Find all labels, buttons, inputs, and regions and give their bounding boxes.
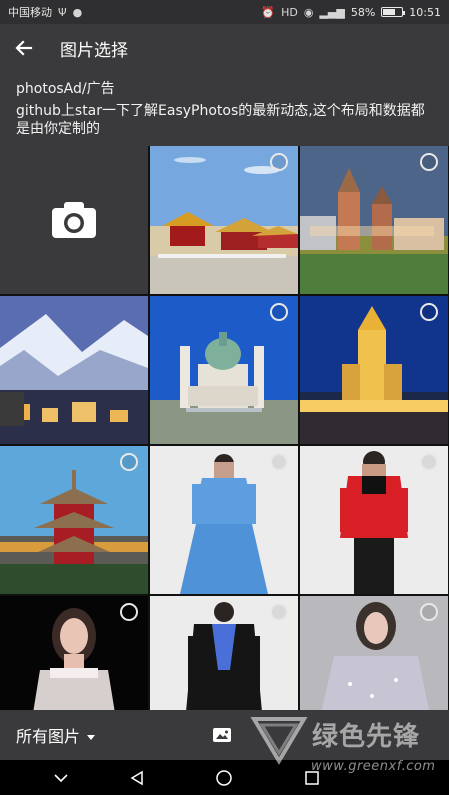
ad-description: github上star一下了解EasyPhotos的最新动态,这个布局和数据都是… (16, 103, 425, 137)
status-right: ⏰ HD ◉ ▂▄▆ 58% 10:51 (261, 6, 441, 19)
photo-tile[interactable] (150, 596, 298, 710)
photo-tile[interactable] (150, 446, 298, 594)
image-icon[interactable] (212, 727, 232, 743)
camera-tile[interactable] (0, 146, 148, 294)
photo-tile[interactable] (0, 446, 148, 594)
select-checkbox[interactable] (420, 603, 438, 621)
ad-title: photosAd/广告 (16, 81, 115, 97)
select-checkbox[interactable] (270, 453, 288, 471)
chevron-down-icon[interactable] (51, 768, 71, 788)
camera-icon (52, 202, 96, 238)
select-checkbox[interactable] (120, 603, 138, 621)
select-checkbox[interactable] (270, 303, 288, 321)
ad-banner[interactable]: photosAd/广告 github上star一下了解EasyPhotos的最新… (0, 72, 449, 146)
battery-percent: 58% (350, 5, 376, 19)
home-circle-icon[interactable] (214, 768, 234, 788)
select-checkbox[interactable] (120, 453, 138, 471)
photo-tile[interactable] (300, 596, 448, 710)
snowy-village-image (0, 296, 148, 444)
eye-icon: ◉ (303, 5, 314, 19)
usb-icon: Ψ (58, 5, 67, 19)
select-checkbox[interactable] (270, 153, 288, 171)
back-button[interactable] (2, 24, 46, 72)
photo-tile[interactable] (0, 296, 148, 444)
recent-square-icon[interactable] (302, 768, 322, 788)
photo-tile[interactable] (150, 296, 298, 444)
arrow-left-icon (15, 40, 33, 56)
back-triangle-icon[interactable] (127, 768, 147, 788)
select-checkbox[interactable] (420, 303, 438, 321)
photo-tile[interactable] (150, 146, 298, 294)
page-title: 图片选择 (60, 40, 128, 61)
hd-icon: HD (281, 5, 298, 19)
signal-icon: ▂▄▆ (319, 5, 345, 19)
app-bar: 图片选择 (0, 24, 449, 72)
photo-grid (0, 146, 449, 710)
album-label: 所有图片 (16, 727, 81, 746)
battery-level (383, 9, 395, 15)
battery-icon (381, 7, 406, 17)
bottom-bar: 所有图片 (0, 710, 449, 760)
select-checkbox[interactable] (420, 453, 438, 471)
status-left: 中国移动 Ψ ● (8, 4, 82, 20)
select-checkbox[interactable] (270, 603, 288, 621)
caret-down-icon (87, 735, 96, 740)
alarm-icon: ⏰ (261, 5, 276, 19)
chat-icon: ● (72, 5, 83, 19)
select-checkbox[interactable] (420, 153, 438, 171)
photo-tile[interactable] (300, 296, 448, 444)
photo-tile[interactable] (300, 146, 448, 294)
album-selector[interactable]: 所有图片 (16, 723, 96, 747)
carrier-name: 中国移动 (8, 6, 52, 19)
photo-tile[interactable] (0, 596, 148, 710)
photo-tile[interactable] (300, 446, 448, 594)
status-bar: 中国移动 Ψ ● ⏰ HD ◉ ▂▄▆ 58% 10:51 (0, 0, 449, 24)
clock: 10:51 (409, 5, 441, 19)
system-nav-bar (0, 760, 449, 795)
